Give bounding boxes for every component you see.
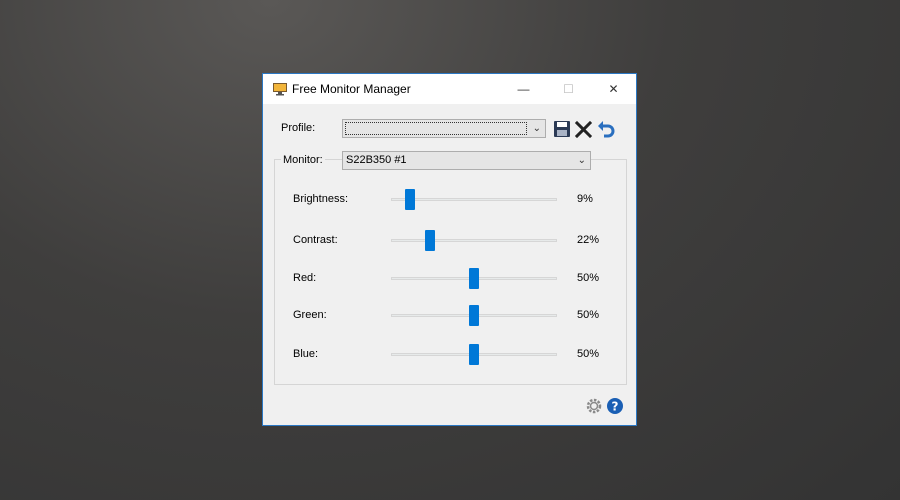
maximize-button[interactable]: ☐ (546, 74, 591, 104)
app-window: Free Monitor Manager — ☐ ✕ Profile: ⌄ Mo… (262, 73, 637, 426)
slider-value: 50% (577, 348, 600, 360)
slider-value: 50% (577, 272, 600, 284)
save-icon[interactable] (553, 120, 571, 138)
delete-icon[interactable] (575, 120, 593, 138)
settings-gear-icon[interactable] (585, 397, 603, 415)
monitor-label: Monitor: (281, 154, 325, 166)
monitor-dropdown[interactable]: S22B350 #1 ⌄ (342, 151, 591, 170)
slider-thumb[interactable] (469, 344, 479, 365)
slider-thumb[interactable] (425, 230, 436, 251)
slider-thumb[interactable] (405, 189, 416, 210)
slider-label: Blue: (293, 348, 319, 360)
svg-text:?: ? (612, 400, 619, 414)
slider-thumb[interactable] (469, 268, 479, 289)
slider-value: 50% (577, 309, 600, 321)
chevron-down-icon: ⌄ (532, 123, 541, 134)
undo-icon[interactable] (597, 120, 615, 138)
window-title: Free Monitor Manager (292, 82, 411, 96)
close-button[interactable]: ✕ (591, 74, 636, 104)
slider-track[interactable] (391, 239, 557, 242)
profile-label: Profile: (281, 122, 316, 134)
slider-thumb[interactable] (469, 305, 479, 326)
slider-value: 22% (577, 234, 600, 246)
help-icon[interactable]: ? (606, 397, 624, 415)
slider-track[interactable] (391, 198, 557, 201)
slider-value: 9% (577, 193, 593, 205)
slider-label: Red: (293, 272, 317, 284)
title-bar[interactable]: Free Monitor Manager — ☐ ✕ (263, 74, 636, 104)
chevron-down-icon: ⌄ (577, 155, 586, 166)
slider-label: Contrast: (293, 234, 338, 246)
slider-label: Green: (293, 309, 327, 321)
profile-dropdown[interactable]: ⌄ (342, 119, 546, 138)
monitor-value: S22B350 #1 (346, 154, 407, 166)
slider-label: Brightness: (293, 193, 349, 205)
profile-focus-rect (345, 122, 527, 135)
monitor-app-icon (273, 83, 287, 96)
minimize-button[interactable]: — (501, 74, 546, 104)
